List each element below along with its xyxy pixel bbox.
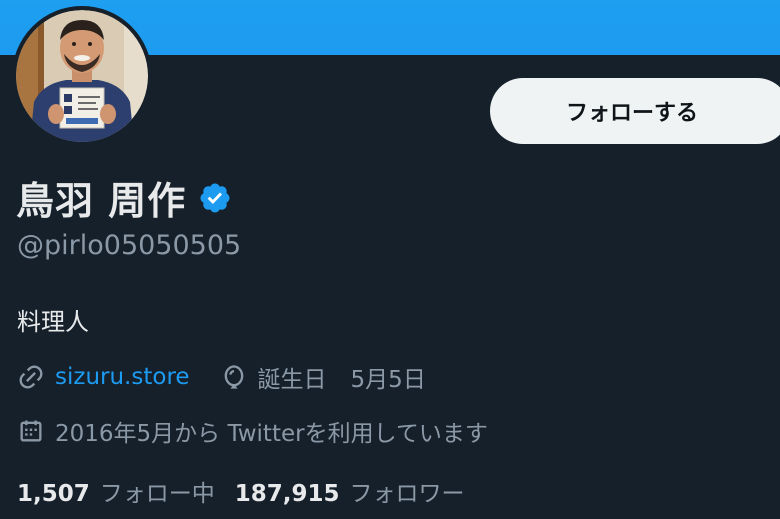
verified-badge-icon[interactable]	[198, 181, 232, 215]
profile-meta-row: 2016年5月から Twitterを利用しています	[17, 414, 488, 448]
calendar-icon	[20, 420, 42, 442]
link-icon	[19, 365, 43, 389]
followers-stat[interactable]: 187,915 フォロワー	[235, 474, 465, 508]
profile-meta-row: sizuru.store 誕生日 5月5日	[17, 360, 426, 394]
following-stat[interactable]: 1,507 フォロー中	[17, 474, 215, 508]
profile-page: フォローする 鳥羽 周作 @pirlo05050505 料理人 sizuru.s…	[0, 0, 780, 519]
birthday-value: 5月5日	[350, 367, 426, 393]
avatar[interactable]	[12, 6, 152, 146]
joined-date: 2016年5月から Twitterを利用しています	[55, 421, 488, 447]
following-label: フォロー中	[99, 481, 215, 507]
balloon-icon	[224, 365, 243, 389]
followers-count: 187,915	[234, 481, 340, 507]
website-link[interactable]: sizuru.store	[55, 364, 190, 390]
follow-stats: 1,507 フォロー中 187,915 フォロワー	[17, 474, 465, 508]
birthday-label: 誕生日	[257, 367, 327, 393]
profile-bio: 料理人	[17, 308, 89, 336]
profile-name-row: 鳥羽 周作	[16, 170, 232, 225]
display-name: 鳥羽 周作	[16, 179, 187, 223]
following-count: 1,507	[17, 481, 90, 507]
followers-label: フォロワー	[349, 481, 465, 507]
birthday-info: 誕生日 5月5日	[220, 360, 426, 394]
user-handle: @pirlo05050505	[17, 230, 242, 261]
follow-button[interactable]: フォローする	[490, 78, 780, 144]
